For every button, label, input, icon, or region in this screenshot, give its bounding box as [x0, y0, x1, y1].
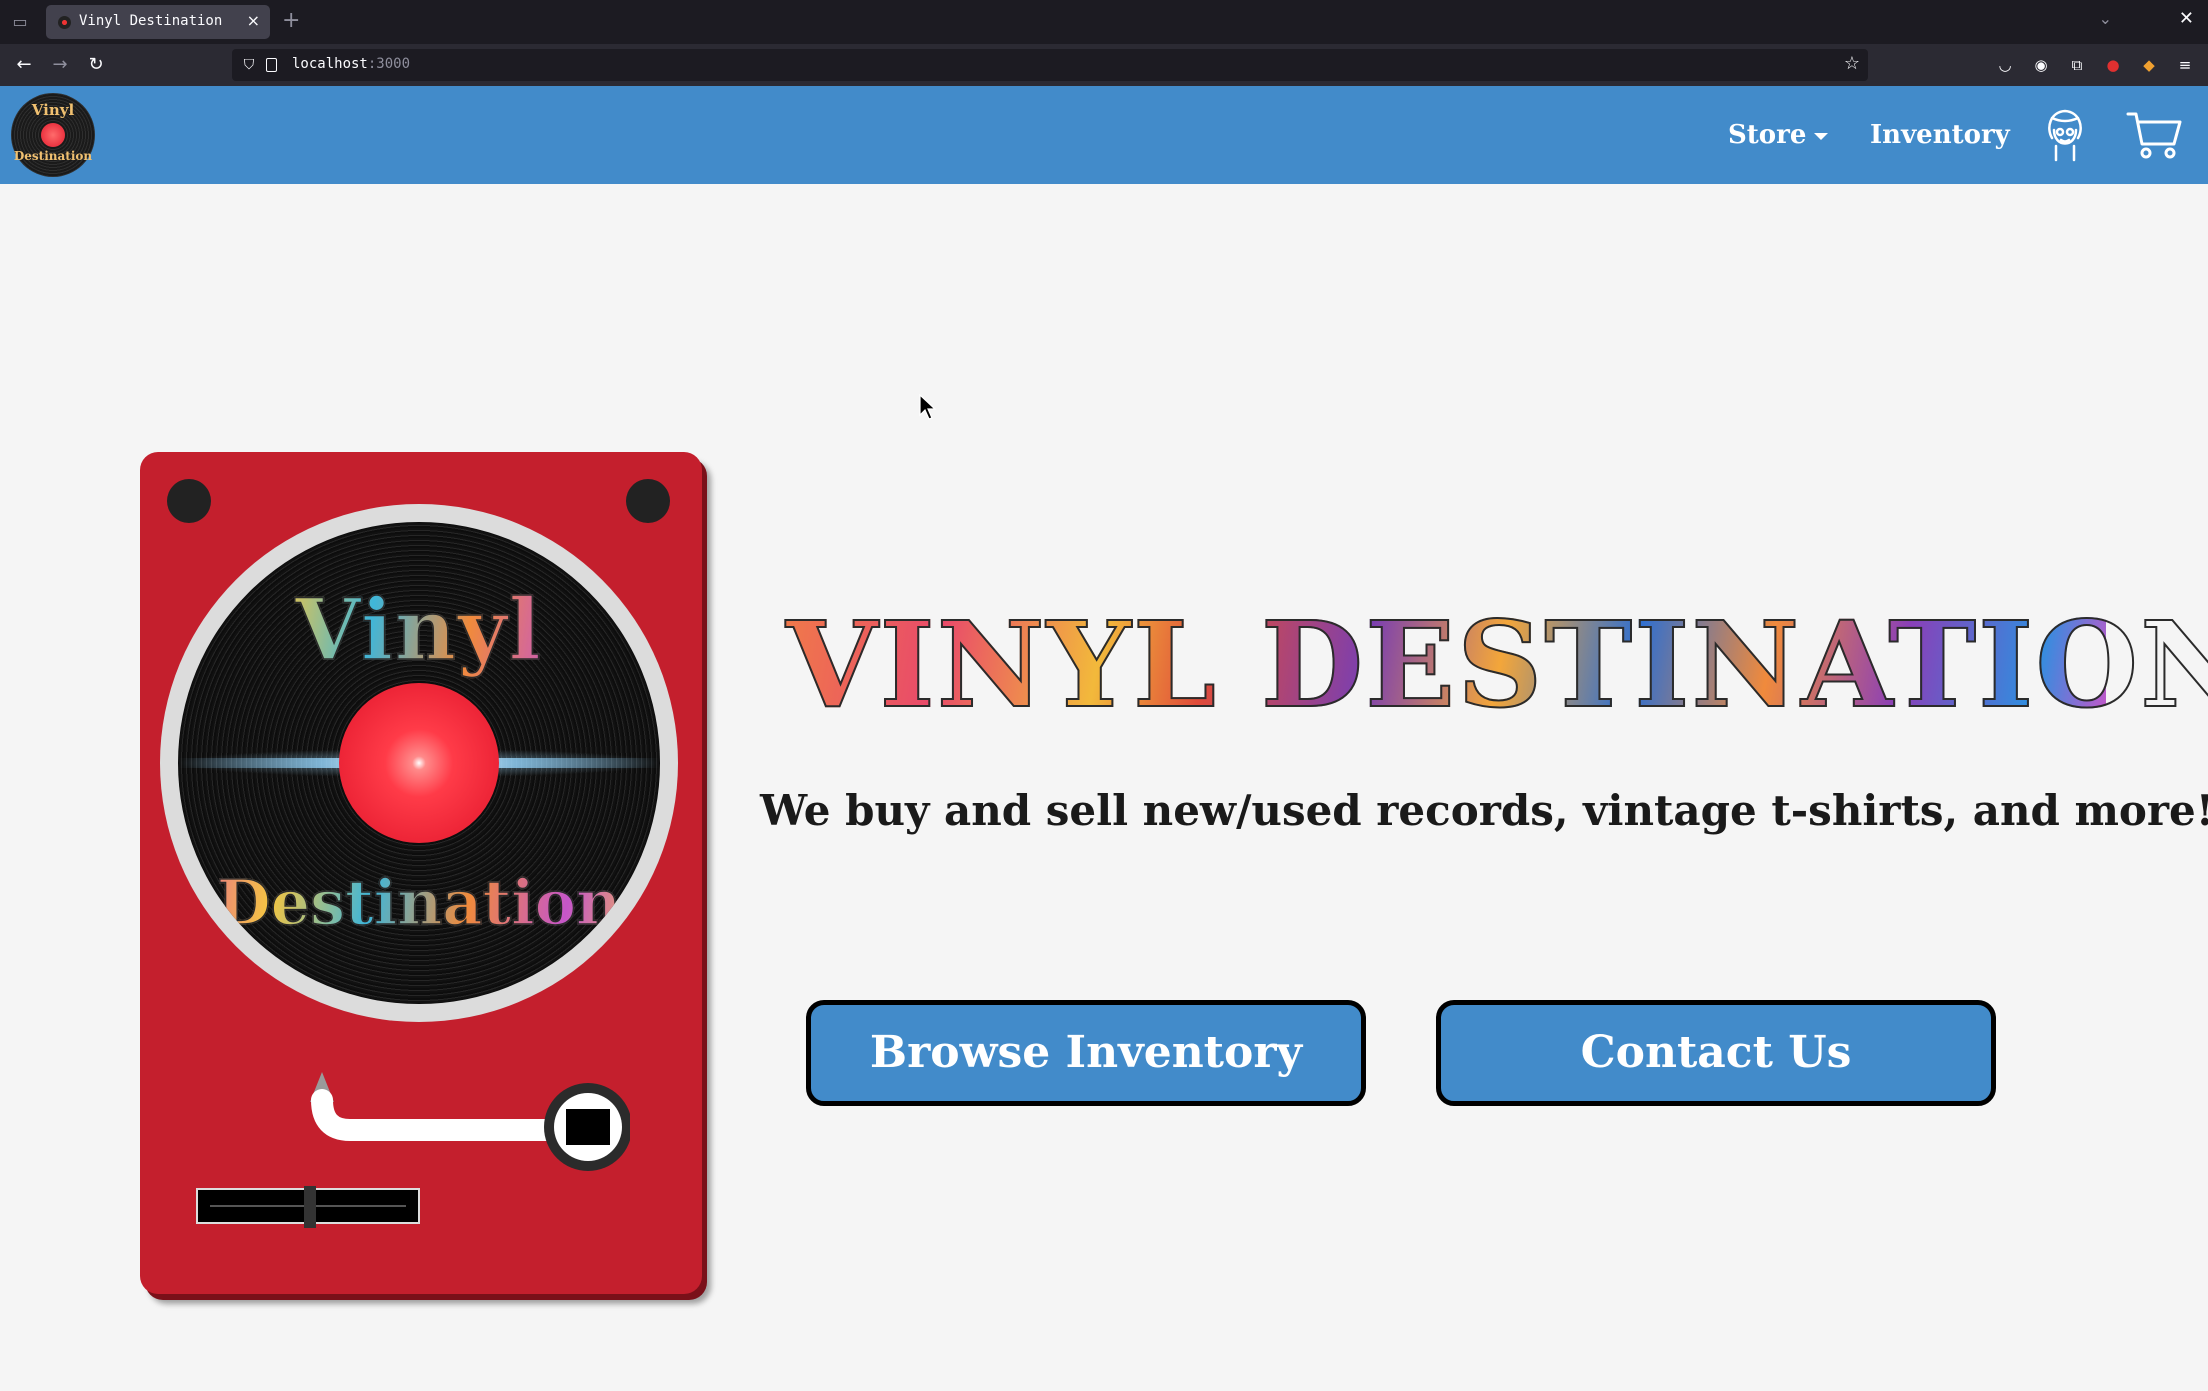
shopping-cart-icon[interactable]	[2126, 110, 2182, 160]
logo-record-center	[41, 123, 65, 147]
site-header: Vinyl Destination Store Inventory	[0, 86, 2208, 184]
plus-icon[interactable]: +	[282, 9, 300, 33]
address-bar[interactable]: ⛉ localhost:3000 ☆	[232, 49, 1868, 81]
tonearm	[310, 1072, 630, 1171]
account-circle-icon[interactable]: ◉	[2030, 54, 2052, 76]
vinyl-record: Vinyl Destination	[178, 522, 660, 1004]
hero-tagline: We buy and sell new/used records, vintag…	[760, 786, 2208, 835]
url-text: localhost:3000	[292, 56, 411, 72]
nav-store-dropdown[interactable]: Store	[1728, 120, 1829, 150]
turntable-screw	[167, 479, 211, 523]
logo-text-bottom: Destination	[13, 149, 93, 163]
back-arrow-icon[interactable]: ←	[12, 53, 36, 77]
caret-down-icon	[1814, 132, 1829, 140]
browser-tab-bar: ▭ Vinyl Destination × + ⌄ ✕	[0, 0, 2208, 44]
tab-title: Vinyl Destination	[79, 13, 223, 29]
menu-icon[interactable]: ≡	[2174, 54, 2196, 76]
pitch-slider-knob	[304, 1186, 316, 1228]
favicon-icon	[58, 16, 71, 29]
close-icon[interactable]: ×	[247, 11, 260, 31]
forward-arrow-icon[interactable]: →	[48, 53, 72, 77]
turntable-screw	[626, 479, 670, 523]
chevron-down-icon[interactable]: ⌄	[2099, 9, 2112, 28]
ublock-icon[interactable]: ●	[2102, 54, 2124, 76]
record-text-top: Vinyl	[178, 579, 660, 680]
shield-icon[interactable]: ⛉	[240, 55, 258, 75]
browse-inventory-button[interactable]: Browse Inventory	[806, 1000, 1366, 1106]
nav-inventory-link[interactable]: Inventory	[1870, 120, 2010, 150]
browser-tab[interactable]: Vinyl Destination ×	[46, 5, 270, 39]
logo-text-top: Vinyl	[31, 101, 75, 119]
extension-badge-icon[interactable]: ◆	[2138, 54, 2160, 76]
pocket-icon[interactable]: ◡	[1994, 54, 2016, 76]
mouse-cursor-icon	[919, 394, 937, 420]
browser-nav-bar: ← → ↻ ⛉ localhost:3000 ☆ ◡ ◉ ⧉ ● ◆ ≡	[0, 44, 2208, 86]
hero-title: VINYL DESTINATION	[785, 595, 2208, 734]
reload-icon[interactable]: ↻	[84, 53, 108, 77]
contact-us-button[interactable]: Contact Us	[1436, 1000, 1996, 1106]
turntable-platter: Vinyl Destination	[160, 504, 678, 1022]
page-icon	[266, 58, 277, 72]
bookmark-star-icon[interactable]: ☆	[1844, 53, 1860, 74]
site-logo[interactable]: Vinyl Destination	[11, 93, 95, 177]
record-label	[339, 683, 499, 843]
extensions-icon[interactable]: ⧉	[2066, 54, 2088, 76]
tab-list-icon[interactable]: ▭	[10, 12, 30, 32]
user-account-icon[interactable]	[2042, 108, 2088, 162]
turntable-illustration: Vinyl Destination	[140, 452, 702, 1294]
window-close-icon[interactable]: ✕	[2179, 8, 2194, 29]
record-text-bottom: Destination	[178, 865, 660, 940]
nav-store-label: Store	[1728, 120, 1807, 150]
